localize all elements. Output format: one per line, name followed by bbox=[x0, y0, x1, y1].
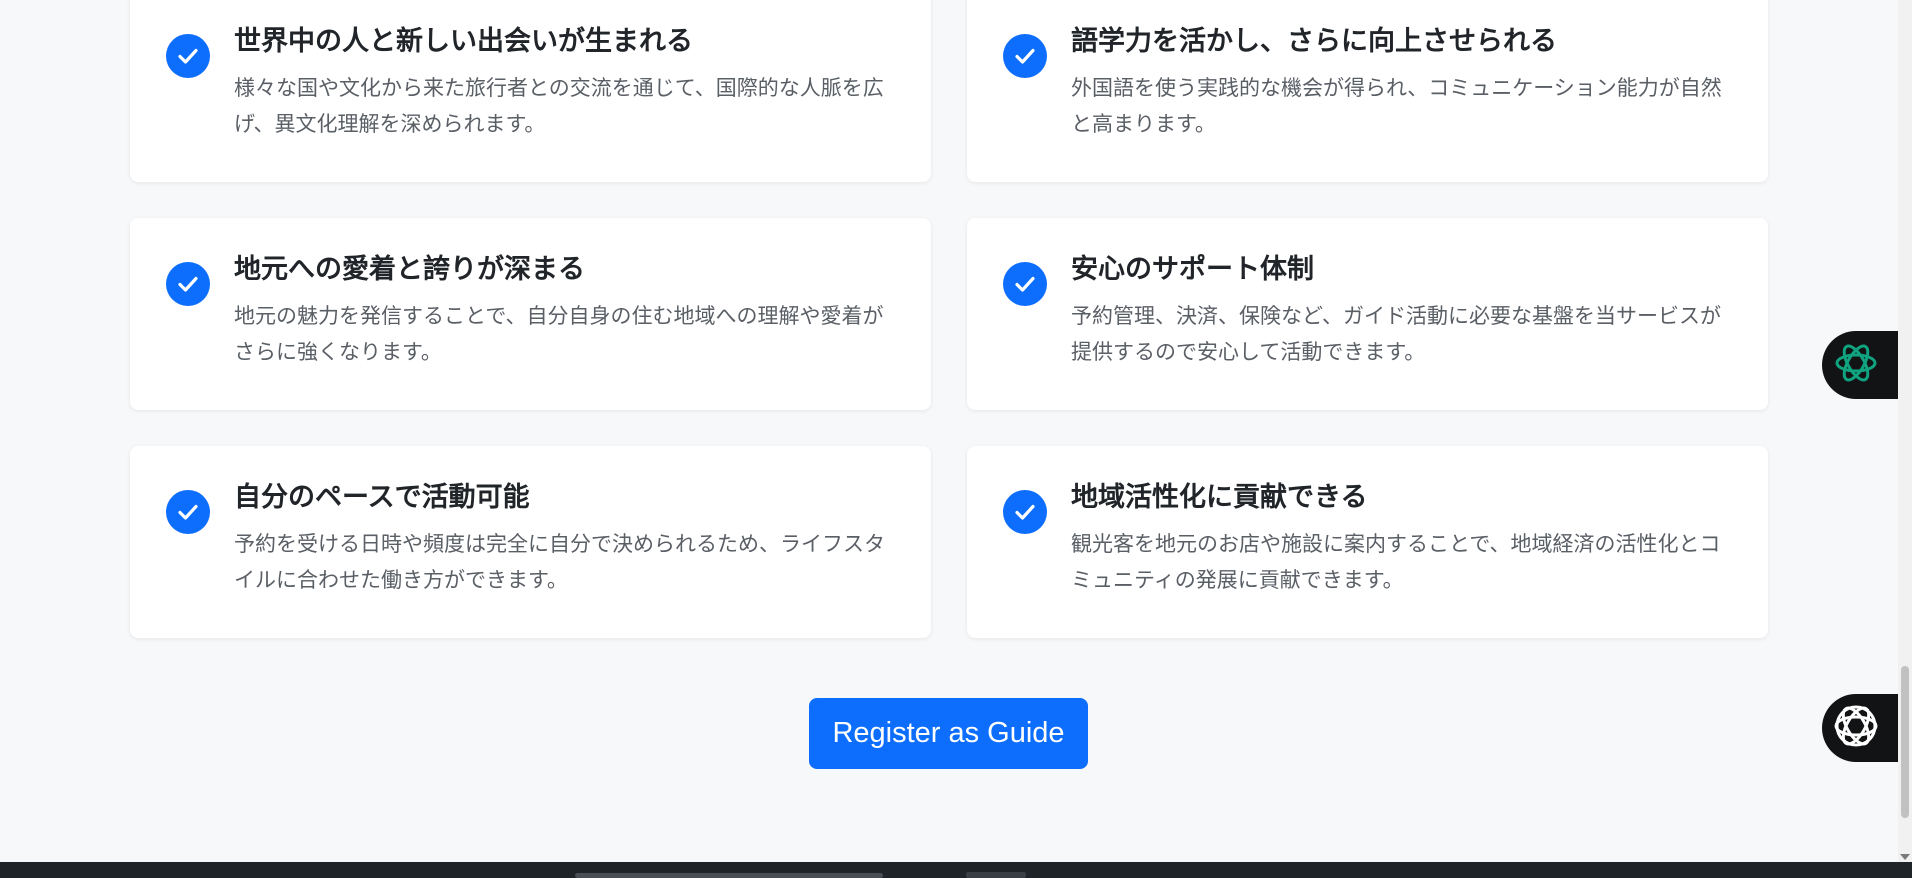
benefit-card: 安心のサポート体制 予約管理、決済、保険など、ガイド活動に必要な基盤を当サービス… bbox=[967, 218, 1768, 410]
check-circle-icon bbox=[166, 34, 210, 78]
scrollbar-thumb[interactable] bbox=[1901, 666, 1909, 818]
benefit-title: 世界中の人と新しい出会いが生まれる bbox=[234, 26, 693, 57]
vertical-scrollbar[interactable] bbox=[1898, 0, 1912, 862]
scroll-down-arrow-icon[interactable] bbox=[1900, 854, 1910, 860]
benefit-title: 安心のサポート体制 bbox=[1071, 254, 1314, 285]
benefit-description: 地元の魅力を発信することで、自分自身の住む地域への理解や愛着がさらに強くなります… bbox=[234, 304, 884, 364]
check-circle-icon bbox=[166, 490, 210, 534]
benefit-card: 世界中の人と新しい出会いが生まれる 様々な国や文化から来た旅行者との交流を通じて… bbox=[130, 0, 931, 182]
check-circle-icon bbox=[1003, 34, 1047, 78]
assistant-logo-icon bbox=[1830, 700, 1882, 756]
page: 世界中の人と新しい出会いが生まれる 様々な国や文化から来た旅行者との交流を通じて… bbox=[0, 0, 1912, 878]
taskbar-item[interactable] bbox=[966, 872, 1026, 878]
benefit-description: 外国語を使う実践的な機会が得られ、コミュニケーション能力が自然と高まります。 bbox=[1071, 76, 1722, 136]
benefit-description: 予約管理、決済、保険など、ガイド活動に必要な基盤を当サービスが提供するので安心し… bbox=[1071, 304, 1721, 364]
benefit-card: 地元への愛着と誇りが深まる 地元の魅力を発信することで、自分自身の住む地域への理… bbox=[130, 218, 931, 410]
register-as-guide-button[interactable]: Register as Guide bbox=[809, 698, 1088, 769]
check-circle-icon bbox=[1003, 490, 1047, 534]
benefit-card: 自分のペースで活動可能 予約を受ける日時や頻度は完全に自分で決められるため、ライ… bbox=[130, 446, 931, 638]
benefit-title: 自分のペースで活動可能 bbox=[234, 482, 530, 513]
chatgpt-logo-icon bbox=[1831, 338, 1881, 392]
benefit-description: 観光客を地元のお店や施設に案内することで、地域経済の活性化とコミュニティの発展に… bbox=[1071, 532, 1721, 592]
check-circle-icon bbox=[1003, 262, 1047, 306]
taskbar bbox=[0, 862, 1912, 878]
benefit-title: 地域活性化に貢献できる bbox=[1071, 482, 1368, 513]
benefit-card: 地域活性化に貢献できる 観光客を地元のお店や施設に案内することで、地域経済の活性… bbox=[967, 446, 1768, 638]
check-circle-icon bbox=[166, 262, 210, 306]
benefit-title: 語学力を活かし、さらに向上させられる bbox=[1071, 26, 1557, 57]
benefit-description: 予約を受ける日時や頻度は完全に自分で決められるため、ライフスタイルに合わせた働き… bbox=[234, 532, 885, 592]
benefit-description: 様々な国や文化から来た旅行者との交流を通じて、国際的な人脈を広げ、異文化理解を深… bbox=[234, 76, 884, 136]
benefit-title: 地元への愛着と誇りが深まる bbox=[234, 254, 585, 285]
benefit-card: 語学力を活かし、さらに向上させられる 外国語を使う実践的な機会が得られ、コミュニ… bbox=[967, 0, 1768, 182]
benefits-grid: 世界中の人と新しい出会いが生まれる 様々な国や文化から来た旅行者との交流を通じて… bbox=[130, 0, 1768, 638]
assistant-floating-button[interactable] bbox=[1822, 694, 1898, 762]
taskbar-item[interactable] bbox=[575, 873, 883, 878]
chatgpt-floating-button[interactable] bbox=[1822, 331, 1898, 399]
